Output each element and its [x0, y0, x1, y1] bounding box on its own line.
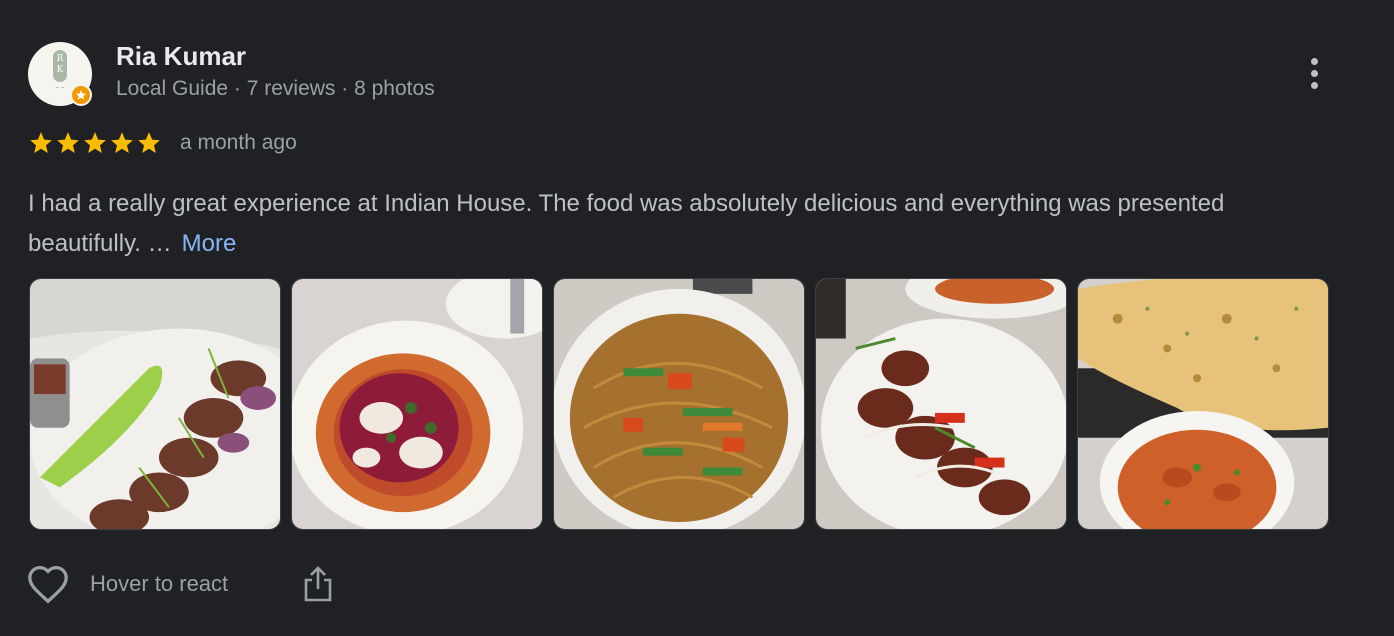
reviewer-avatar[interactable]: R K ~ ~ — [28, 42, 92, 106]
star-icon — [30, 132, 52, 153]
react-button[interactable]: Hover to react — [26, 564, 228, 604]
share-icon — [304, 566, 332, 602]
more-link[interactable]: More — [182, 230, 237, 257]
photo-hakka-noodles[interactable] — [553, 278, 805, 530]
more-vertical-icon[interactable] — [1300, 53, 1328, 93]
star-icon — [57, 132, 79, 153]
star-rating — [28, 130, 162, 156]
photo-kebab-plate[interactable] — [29, 278, 281, 530]
star-icon — [111, 132, 133, 153]
photo-naan-and-curry[interactable] — [1077, 278, 1329, 530]
avatar-monogram: R K — [53, 50, 67, 82]
review-text-block: I had a really great experience at India… — [28, 184, 1338, 264]
heart-outline-icon — [28, 565, 68, 604]
reviewer-meta[interactable]: Local Guide · 7 reviews · 8 photos — [116, 77, 435, 101]
photo-chilli-chicken[interactable] — [815, 278, 1067, 530]
review-timestamp: a month ago — [180, 131, 297, 154]
share-button[interactable] — [301, 564, 335, 604]
react-label: Hover to react — [90, 571, 229, 596]
star-icon — [138, 132, 160, 153]
star-icon — [84, 132, 106, 153]
local-guide-star-icon — [70, 84, 92, 106]
photo-beetroot-dish[interactable] — [291, 278, 543, 530]
reviewer-name[interactable]: Ria Kumar — [116, 41, 246, 72]
photo-strip — [29, 278, 1329, 530]
